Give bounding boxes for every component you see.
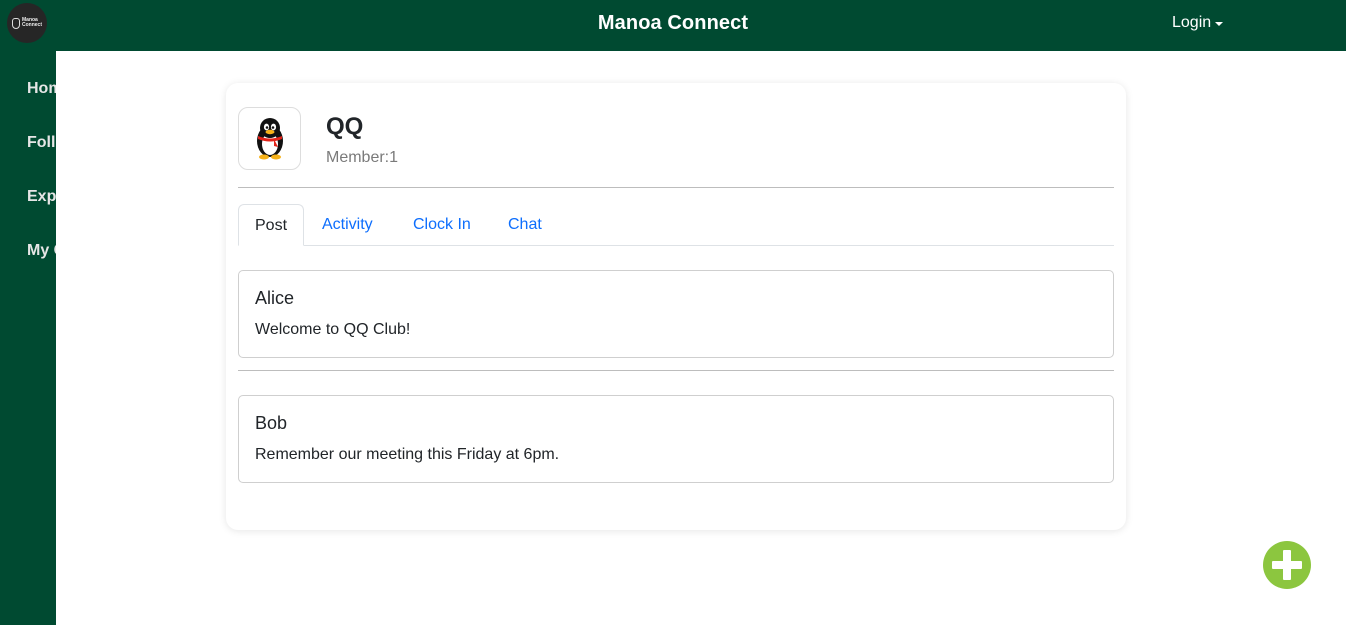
post-card: Bob Remember our meeting this Friday at … <box>238 395 1114 483</box>
tab-activity[interactable]: Activity <box>306 204 389 246</box>
sidebar-item-following[interactable]: Following <box>27 134 56 152</box>
club-member-count: Member:1 <box>326 149 399 166</box>
post-divider <box>238 370 1114 371</box>
penguin-icon <box>256 117 283 159</box>
post-author: Alice <box>255 288 295 308</box>
tab-post[interactable]: Post <box>238 204 305 246</box>
app-title: Manoa Connect <box>597 12 749 34</box>
top-navbar: Manoa Connect Manoa Connect Login <box>0 0 1346 51</box>
tab-chat[interactable]: Chat <box>492 204 558 246</box>
post-card: Alice Welcome to QQ Club! <box>238 270 1114 358</box>
login-label: Login <box>1172 14 1212 31</box>
club-card: QQ Member:1 Post Activity Clock In Chat … <box>226 83 1126 530</box>
club-name: QQ <box>326 113 364 140</box>
sidebar-item-home[interactable]: Home <box>27 80 56 98</box>
caret-down-icon <box>1215 21 1224 26</box>
post-text: Remember our meeting this Friday at 6pm. <box>255 446 560 463</box>
header-divider <box>238 187 1114 188</box>
club-avatar <box>238 107 301 170</box>
sidebar-item-explore[interactable]: Explore <box>27 188 56 206</box>
sidebar-item-my-clubs[interactable]: My Clubs <box>27 242 56 260</box>
sidebar: Home Following Explore My Clubs <box>0 51 56 625</box>
club-tabs: Post Activity Clock In Chat <box>238 204 1114 246</box>
add-post-button[interactable] <box>1263 541 1311 589</box>
login-dropdown[interactable]: Login <box>1172 14 1224 32</box>
tab-clock-in[interactable]: Clock In <box>397 204 487 246</box>
post-author: Bob <box>255 413 288 433</box>
post-text: Welcome to QQ Club! <box>255 321 411 338</box>
